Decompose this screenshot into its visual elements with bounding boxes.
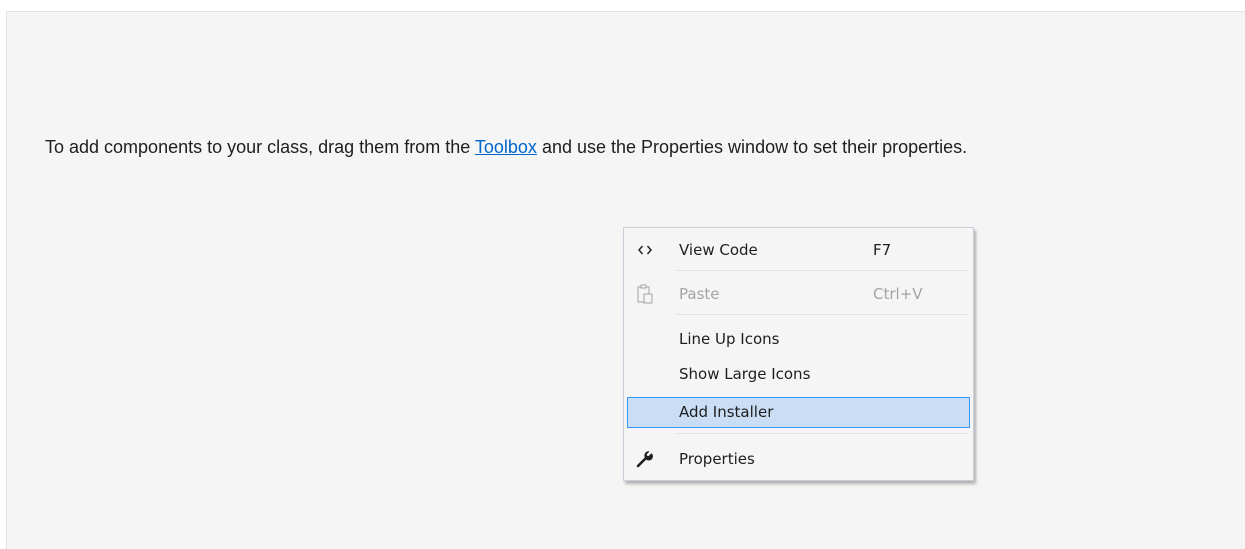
menu-item-label: Add Installer xyxy=(679,403,774,421)
menu-item-label: View Code xyxy=(679,241,758,259)
menu-item-label: Show Large Icons xyxy=(679,365,811,383)
menu-item-label: Properties xyxy=(679,450,755,468)
hint-text-after: and use the Properties window to set the… xyxy=(536,137,968,157)
toolbox-link[interactable]: Toolbox xyxy=(475,137,537,157)
menu-separator xyxy=(676,314,968,315)
menu-item-add-installer[interactable]: Add Installer xyxy=(627,397,970,428)
context-menu: View Code F7 Paste Ctrl+V Line Up Icons … xyxy=(623,227,974,481)
menu-item-view-code[interactable]: View Code F7 xyxy=(627,235,970,266)
menu-item-label: Paste xyxy=(679,285,720,303)
paste-icon xyxy=(635,284,655,304)
menu-item-properties[interactable]: Properties xyxy=(627,444,970,475)
menu-item-shortcut: Ctrl+V xyxy=(873,285,923,303)
menu-item-line-up-icons[interactable]: Line Up Icons xyxy=(627,324,970,355)
menu-item-shortcut: F7 xyxy=(873,241,892,259)
designer-hint-text: To add components to your class, drag th… xyxy=(45,136,967,158)
menu-separator xyxy=(676,433,968,434)
hint-text-before: To add components to your class, drag th… xyxy=(45,137,475,157)
menu-item-paste[interactable]: Paste Ctrl+V xyxy=(627,279,970,310)
menu-separator xyxy=(676,270,968,271)
wrench-icon xyxy=(635,449,655,469)
menu-item-label: Line Up Icons xyxy=(679,330,780,348)
code-brackets-icon xyxy=(635,240,655,260)
menu-item-show-large-icons[interactable]: Show Large Icons xyxy=(627,359,970,390)
